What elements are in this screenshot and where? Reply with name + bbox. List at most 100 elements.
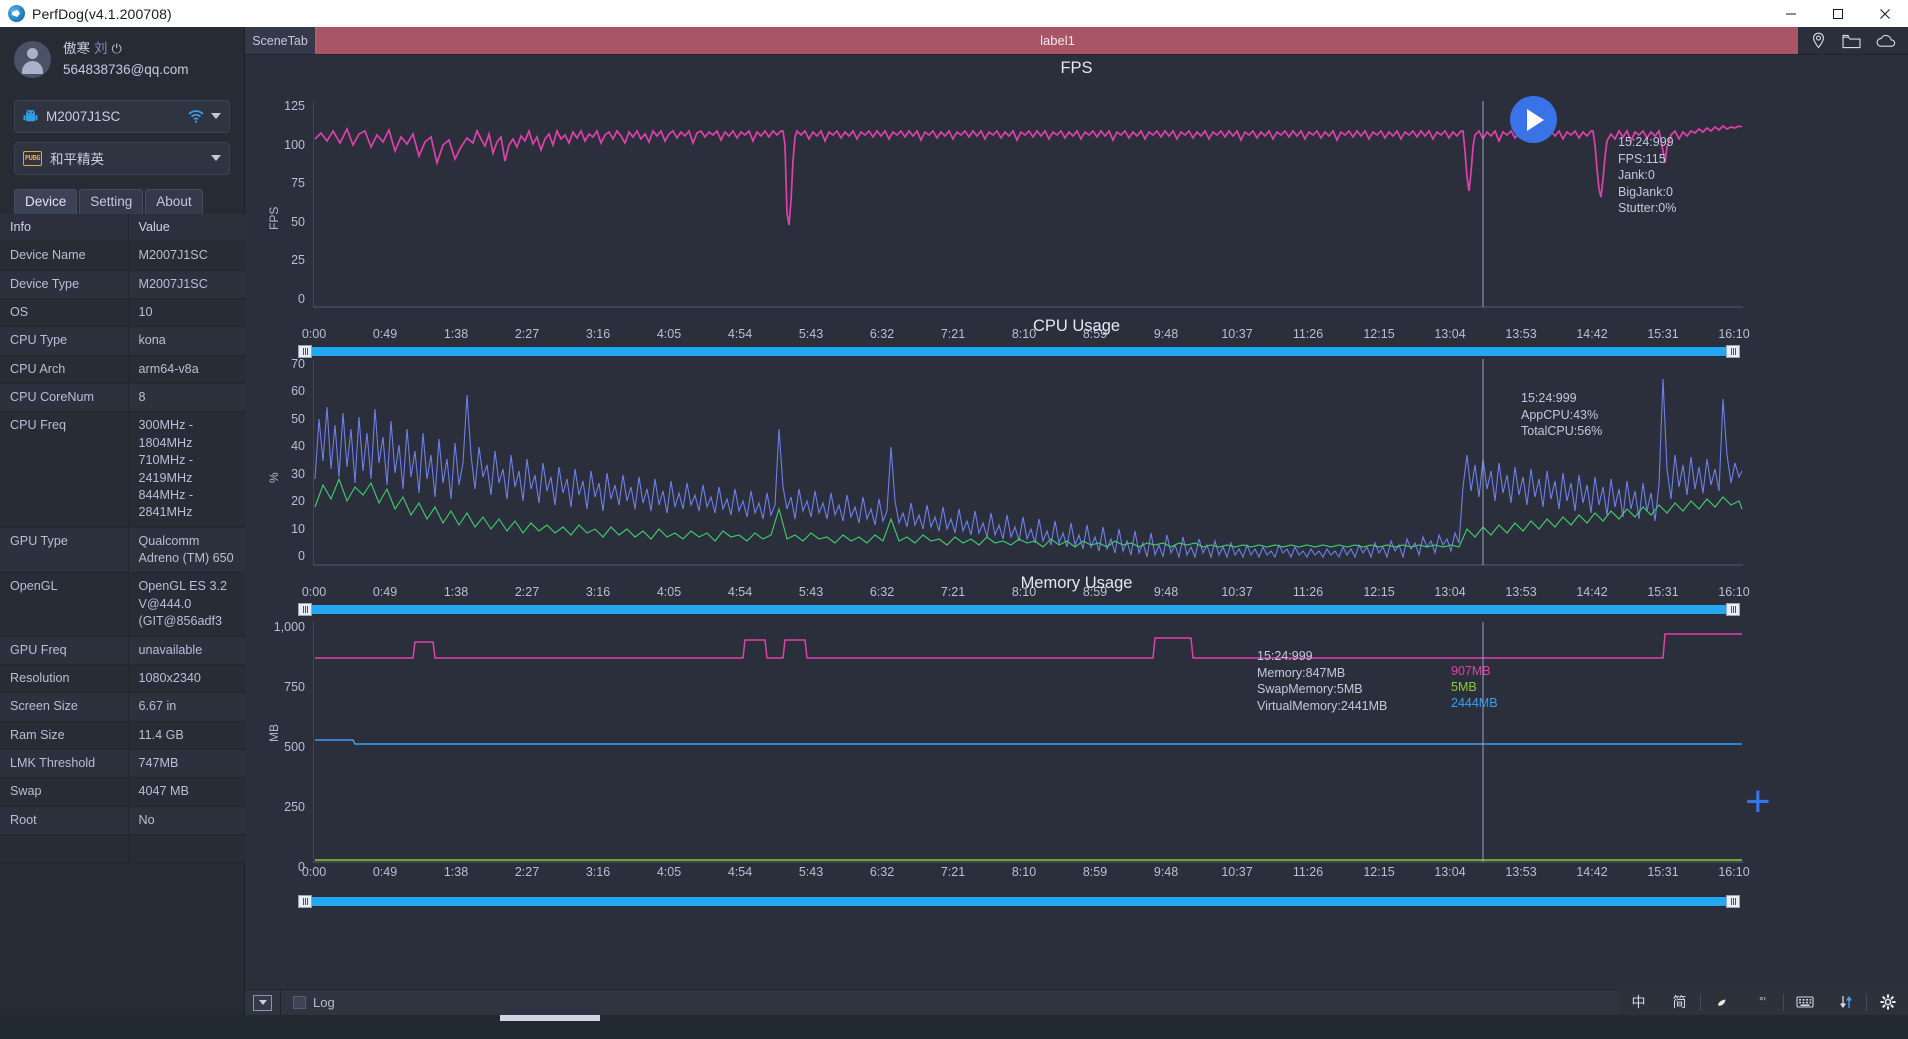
- xtick: 6:32: [869, 865, 895, 879]
- account-block: 傲寒 刘 ⏻ 564838736@qq.com: [0, 27, 244, 91]
- xtick: 13:53: [1505, 865, 1537, 879]
- ytick: 100: [284, 138, 305, 152]
- ytick: 10: [291, 522, 305, 536]
- account-name: 傲寒: [63, 41, 90, 56]
- app-picker[interactable]: PUBG 和平精英: [14, 141, 230, 175]
- windows-taskbar: [0, 1015, 1908, 1039]
- table-row: Root No: [0, 806, 245, 836]
- ytick: 125: [284, 99, 305, 113]
- chart-title-fps: FPS: [1060, 59, 1093, 77]
- ytick: 60: [291, 384, 305, 398]
- row-value: kona: [128, 326, 245, 356]
- play-button[interactable]: [1510, 96, 1557, 143]
- tab-setting[interactable]: Setting: [79, 188, 144, 214]
- window-title: PerfDog(v4.1.200708): [32, 5, 172, 22]
- ytick: 1,000: [273, 620, 305, 634]
- ime-lang-chinese[interactable]: 中: [1618, 989, 1659, 1015]
- row-value: 4047 MB: [128, 777, 245, 807]
- ytick: 75: [291, 176, 305, 190]
- xtick: 3:16: [585, 865, 611, 879]
- tab-about[interactable]: About: [145, 188, 203, 214]
- row-value: 8: [128, 383, 245, 413]
- chart-memory-current-virtual: 2444MB: [1451, 696, 1498, 710]
- ytick: 30: [291, 467, 305, 481]
- xtick: 8:10: [1011, 865, 1037, 879]
- android-icon: [23, 109, 38, 124]
- table-row: CPU CoreNum 8: [0, 383, 245, 413]
- ytick: 50: [291, 215, 305, 229]
- xtick: 4:05: [656, 865, 682, 879]
- ytick: 50: [291, 412, 305, 426]
- chart-cpu: CPU Usage % 70 60 50 40 30 20 10 0 15:24…: [245, 313, 1908, 599]
- xtick: 0:49: [372, 865, 398, 879]
- ytick: 500: [284, 740, 305, 754]
- chart-memory-current-swap: 5MB: [1451, 680, 1477, 694]
- scrollbar-left-handle[interactable]: [298, 895, 312, 908]
- row-value: 10: [128, 298, 245, 328]
- ime-toolbox-icon[interactable]: [1825, 989, 1866, 1015]
- ytick: 750: [284, 680, 305, 694]
- ime-keyboard-icon[interactable]: [1784, 989, 1825, 1015]
- xtick: 12:15: [1363, 865, 1395, 879]
- row-key: Resolution: [0, 664, 129, 694]
- chevron-down-icon[interactable]: [211, 155, 221, 162]
- account-name-row: 傲寒 刘 ⏻: [63, 39, 189, 60]
- tab-device[interactable]: Device: [14, 188, 78, 214]
- chart-cpu-tooltip: 15:24:999 AppCPU:43% TotalCPU:56%: [1521, 391, 1603, 438]
- cloud-icon[interactable]: [1876, 33, 1897, 48]
- table-row: Resolution 1080x2340: [0, 664, 245, 694]
- table-row: Device Type M2007J1SC: [0, 270, 245, 299]
- ytick: 20: [291, 494, 305, 508]
- ytick: 250: [284, 800, 305, 814]
- table-row: CPU Arch arm64-v8a: [0, 355, 245, 385]
- table-row: CPU Freq 300MHz - 1804MHz 710MHz - 2419MH…: [0, 411, 245, 528]
- scrollbar-track[interactable]: [312, 897, 1726, 906]
- main-panel: SceneTab label1 FPS FPS 125 100 75 50 25…: [245, 27, 1908, 1039]
- xtick: 7:21: [940, 865, 966, 879]
- row-value: M2007J1SC: [128, 270, 245, 299]
- row-key: CPU Freq: [0, 411, 129, 528]
- scene-label[interactable]: label1: [317, 27, 1798, 54]
- row-key: Ram Size: [0, 721, 129, 751]
- chevron-down-icon[interactable]: [211, 113, 221, 120]
- row-key: Device Name: [0, 241, 129, 271]
- chart-memory-scrollbar[interactable]: [298, 895, 1740, 908]
- chevron-down-icon[interactable]: [253, 994, 272, 1011]
- row-key: CPU CoreNum: [0, 383, 129, 413]
- device-info-table: Info Value Device Name M2007J1SC Device T…: [0, 213, 245, 864]
- column-header-value: Value: [128, 213, 245, 243]
- ime-shape-icon[interactable]: [1701, 989, 1742, 1015]
- add-chart-button[interactable]: +: [1745, 780, 1771, 824]
- scene-bar: SceneTab label1: [245, 27, 1908, 55]
- folder-icon[interactable]: [1841, 33, 1861, 49]
- xtick: 1:38: [443, 865, 469, 879]
- taskbar-thumbnail[interactable]: [500, 1015, 600, 1021]
- chart-title-cpu: CPU Usage: [1032, 317, 1121, 335]
- ime-toolbar: 中 简 °’: [1618, 989, 1908, 1015]
- chart-memory-plot[interactable]: [313, 622, 1743, 872]
- column-header-info: Info: [0, 213, 129, 243]
- ime-mode-simplified[interactable]: 简: [1659, 989, 1700, 1015]
- perfdog-window: PerfDog(v4.1.200708) 傲寒 刘 ⏻ 564838736@qq…: [0, 0, 1908, 1039]
- row-value: unavailable: [128, 636, 245, 665]
- power-icon[interactable]: ⏻: [112, 39, 122, 59]
- chart-memory-tooltip: 15:24:999 Memory:847MB SwapMemory:5MB Vi…: [1257, 649, 1388, 713]
- avatar[interactable]: [14, 41, 51, 79]
- device-picker[interactable]: M2007J1SC: [14, 99, 230, 133]
- scrollbar-right-handle[interactable]: [1726, 895, 1740, 908]
- log-checkbox[interactable]: [293, 996, 306, 1009]
- sidebar-tabs: Device Setting About: [0, 188, 244, 214]
- location-pin-icon[interactable]: [1810, 32, 1827, 49]
- row-value: 6.67 in: [128, 692, 245, 722]
- minimize-button[interactable]: [1767, 0, 1814, 27]
- maximize-button[interactable]: [1814, 0, 1861, 27]
- ime-settings-icon[interactable]: [1867, 989, 1908, 1015]
- row-value: Qualcomm Adreno (TM) 650: [128, 527, 245, 574]
- xtick: 16:10: [1718, 865, 1750, 879]
- row-key: Swap: [0, 777, 129, 807]
- close-button[interactable]: [1861, 0, 1908, 27]
- account-email: 564838736@qq.com: [63, 61, 189, 77]
- ime-punctuation-icon[interactable]: °’: [1742, 989, 1783, 1015]
- scene-tab[interactable]: SceneTab: [245, 27, 317, 54]
- row-key: CPU Arch: [0, 355, 129, 385]
